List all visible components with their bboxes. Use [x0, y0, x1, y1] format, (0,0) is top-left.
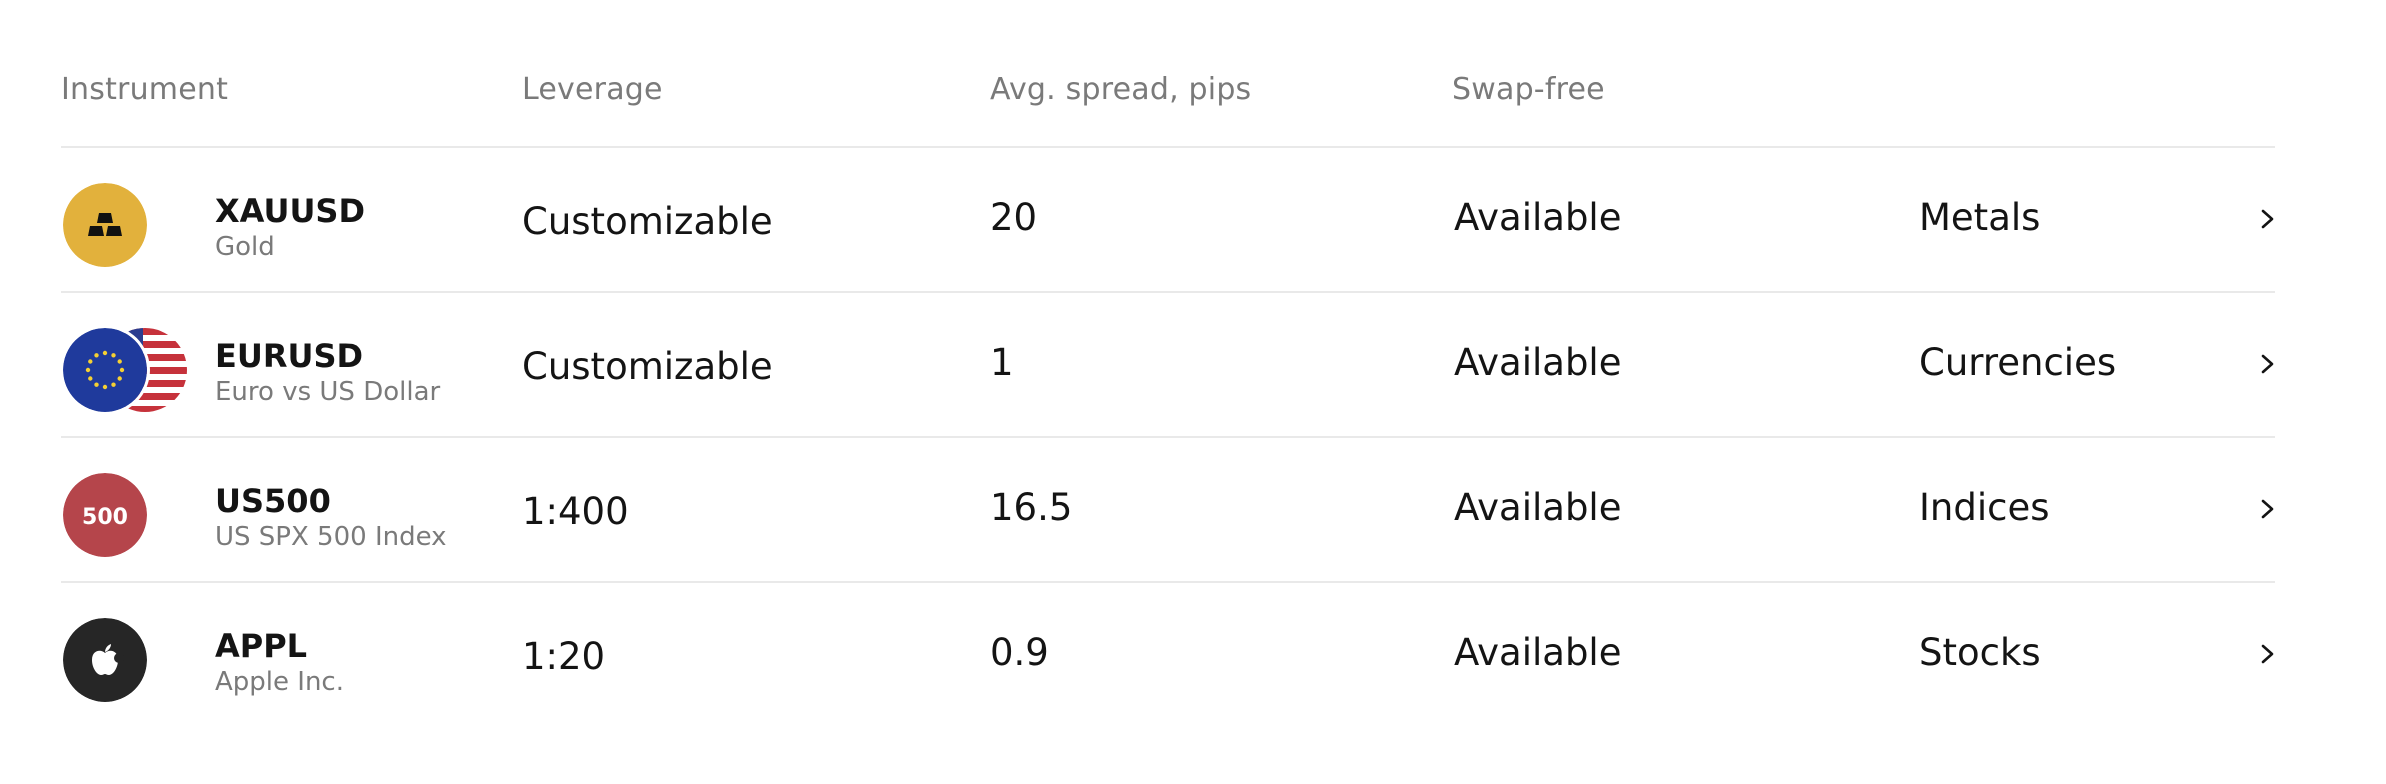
- category-value: Stocks: [1919, 631, 2041, 674]
- spread-value: 0.9: [990, 631, 1049, 674]
- instrument-symbol: US500: [215, 482, 331, 520]
- instrument-name-block: EURUSD Euro vs US Dollar: [215, 337, 440, 409]
- table-header: Instrument Leverage Avg. spread, pips Sw…: [61, 0, 2275, 148]
- category-value: Currencies: [1919, 341, 2117, 384]
- swap-free-value: Available: [1454, 341, 1622, 384]
- spread-value: 1: [990, 341, 1014, 384]
- chevron-right-icon[interactable]: [2257, 637, 2279, 671]
- leverage-value: Customizable: [522, 200, 773, 243]
- leverage-value: 1:400: [522, 490, 629, 533]
- instrument-icon: [63, 183, 183, 267]
- leverage-value: 1:20: [522, 635, 606, 678]
- apple-logo-icon: [63, 618, 147, 702]
- gold-bars-icon: [63, 183, 147, 267]
- table-row[interactable]: APPL Apple Inc. 1:20 0.9 Available Stock…: [61, 583, 2275, 728]
- instrument-name-block: XAUUSD Gold: [215, 192, 365, 264]
- instrument-icon: [63, 618, 183, 702]
- spread-value: 16.5: [990, 486, 1073, 529]
- category-value: Indices: [1919, 486, 2050, 529]
- instrument-description: US SPX 500 Index: [215, 522, 447, 552]
- header-swap-free: Swap-free: [1452, 72, 1605, 107]
- category-value: Metals: [1919, 196, 2041, 239]
- chevron-right-icon[interactable]: [2257, 202, 2279, 236]
- header-spread: Avg. spread, pips: [990, 72, 1252, 107]
- instrument-description: Apple Inc.: [215, 667, 344, 697]
- us500-badge-icon: 500: [63, 473, 147, 557]
- table-row[interactable]: XAUUSD Gold Customizable 20 Available Me…: [61, 148, 2275, 293]
- instrument-symbol: EURUSD: [215, 337, 364, 375]
- eu-flag-icon: [63, 328, 147, 412]
- instrument-symbol: XAUUSD: [215, 192, 366, 230]
- table-row[interactable]: 500 US500 US SPX 500 Index 1:400 16.5 Av…: [61, 438, 2275, 583]
- instrument-icon: 500: [63, 473, 183, 557]
- header-leverage: Leverage: [522, 72, 663, 107]
- us500-badge-text: 500: [82, 505, 128, 530]
- instrument-symbol: APPL: [215, 627, 308, 665]
- chevron-right-icon[interactable]: [2257, 492, 2279, 526]
- instrument-name-block: US500 US SPX 500 Index: [215, 482, 447, 554]
- spread-value: 20: [990, 196, 1038, 239]
- instrument-description: Euro vs US Dollar: [215, 377, 441, 407]
- instrument-description: Gold: [215, 232, 275, 262]
- chevron-right-icon[interactable]: [2257, 347, 2279, 381]
- swap-free-value: Available: [1454, 196, 1622, 239]
- leverage-value: Customizable: [522, 345, 773, 388]
- instrument-icon: [63, 328, 187, 412]
- swap-free-value: Available: [1454, 486, 1622, 529]
- instruments-table: Instrument Leverage Avg. spread, pips Sw…: [61, 0, 2275, 728]
- instrument-name-block: APPL Apple Inc.: [215, 627, 344, 699]
- header-instrument: Instrument: [61, 72, 229, 107]
- swap-free-value: Available: [1454, 631, 1622, 674]
- table-row[interactable]: EURUSD Euro vs US Dollar Customizable 1 …: [61, 293, 2275, 438]
